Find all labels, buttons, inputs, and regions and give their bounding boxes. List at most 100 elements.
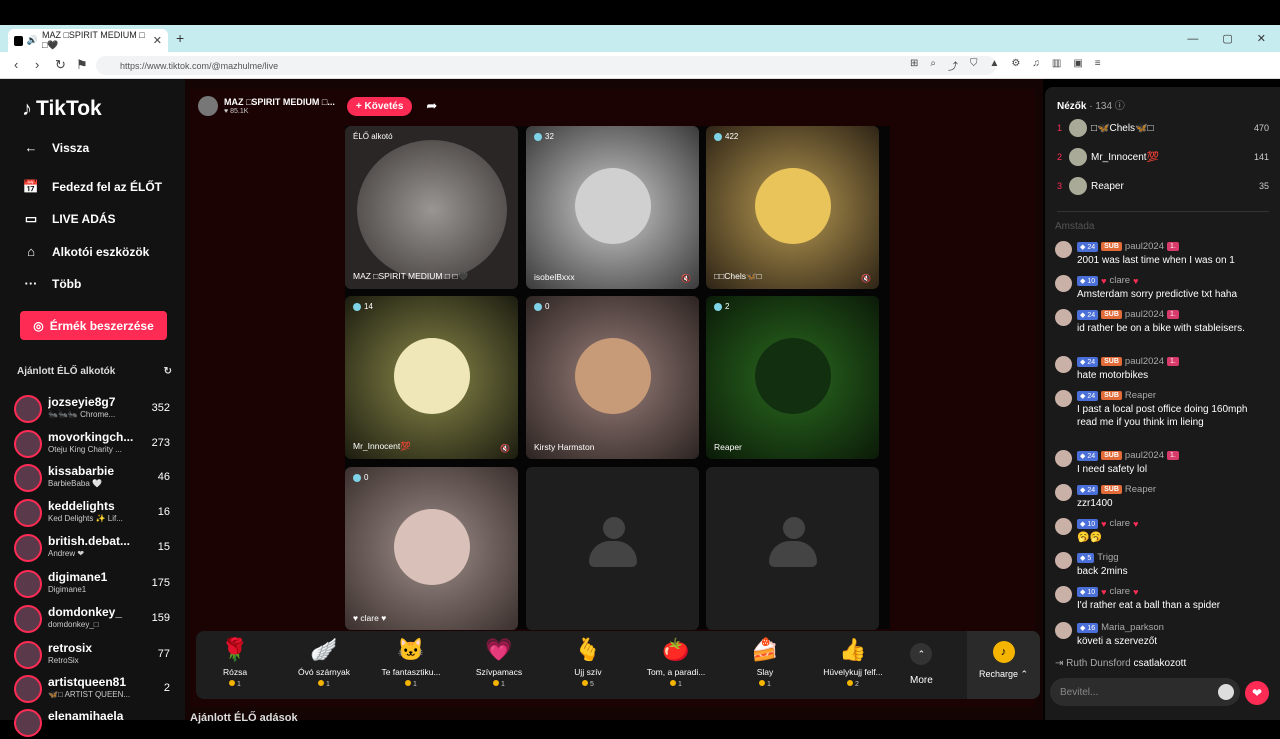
gift-item[interactable]: 🌹 Rózsa 1 [195, 637, 275, 688]
gift-icon: 🍅 [662, 637, 690, 662]
guest-tile[interactable]: 0 ♥ clare ♥ [345, 467, 518, 630]
chat-username[interactable]: Maria_parkson [1101, 622, 1164, 633]
chat-avatar[interactable] [1055, 622, 1072, 639]
chat-avatar[interactable] [1055, 356, 1072, 373]
viewer-rank: 2 [1057, 152, 1063, 162]
recommended-creator[interactable]: artistqueen81 🦋□ ARTIST QUEEN... 2 [14, 673, 174, 705]
recommended-creator[interactable]: kissabarbie BarbieBaba 🤍 46 [14, 462, 174, 494]
gift-item[interactable]: 🫰 Ujj szív 5 [548, 637, 628, 688]
guest-name: Kirsty Harmston [534, 442, 595, 452]
chat-avatar[interactable] [1055, 552, 1072, 569]
creator-avatar [14, 534, 42, 562]
chat-message-text: id rather be on a bike with stableisers. [1077, 323, 1245, 334]
host-avatar[interactable] [198, 96, 218, 116]
nav-back[interactable]: ← Vissza [22, 140, 90, 155]
chat-username[interactable]: Trigg [1097, 552, 1118, 563]
refresh-icon[interactable]: ↻ [164, 366, 172, 377]
chat-username[interactable]: clare [1109, 586, 1130, 597]
nav-live-studio[interactable]: ▭ LIVE ADÁS [22, 211, 116, 227]
recommended-creator[interactable]: jozseyie8g7 🐜🐜🐜 Chrome... 352 [14, 393, 174, 425]
get-coins-button[interactable]: ◎ Érmék beszerzése [20, 311, 167, 340]
top-viewer[interactable]: 3 Reaper 35 [1057, 176, 1269, 196]
close-tab-icon[interactable]: ✕ [153, 34, 162, 47]
forward-icon[interactable]: › [35, 57, 39, 72]
shield-icon[interactable]: ⛉ [970, 58, 978, 73]
recommended-creator[interactable]: keddelights Ked Delights ✨ Lif... 16 [14, 497, 174, 529]
recommended-creator[interactable]: domdonkey_ domdonkey_□ 159 [14, 603, 174, 635]
empty-seat[interactable] [526, 467, 699, 630]
nav-creator-tools[interactable]: ⌂ Alkotói eszközök [22, 244, 149, 259]
close-window-button[interactable]: ✕ [1257, 32, 1266, 45]
like-heart-button[interactable]: ❤ [1245, 681, 1269, 705]
guest-tile[interactable]: 2 Reaper [706, 296, 879, 459]
menu-icon[interactable]: ≡ [1095, 58, 1101, 73]
chat-username[interactable]: Reaper [1125, 390, 1156, 401]
empty-seat[interactable] [706, 467, 879, 630]
recommended-creator[interactable]: retrosix RetroSix 77 [14, 639, 174, 671]
chat-input[interactable]: Bevitel... [1050, 678, 1240, 706]
translate-icon[interactable]: ⊞ [910, 58, 918, 73]
nav-explore-live[interactable]: 📅 Fedezd fel az ÉLŐT [22, 179, 162, 195]
guest-tile[interactable]: 422 □□Chels🦋□ 🔇 [706, 126, 879, 289]
chat-avatar[interactable] [1055, 586, 1072, 603]
gift-item[interactable]: 👍 Hüvelykujj felf... 2 [813, 637, 893, 688]
viewers-header[interactable]: Nézők · 134 ⓘ [1057, 97, 1125, 112]
gift-item[interactable]: 💗 Szívpamacs 1 [459, 637, 539, 688]
chat-username[interactable]: paul2024 [1125, 356, 1164, 367]
chat-message-text: I need safety lol [1077, 464, 1148, 475]
minimize-button[interactable]: — [1187, 33, 1198, 45]
recharge-button[interactable]: ♪ Recharge ⌃ [967, 631, 1040, 699]
gift-item[interactable]: 🐱 Te fantasztiku... 1 [371, 637, 451, 688]
chat-username[interactable]: clare [1109, 275, 1130, 286]
recommended-creator[interactable]: british.debat... Andrew ❤ 15 [14, 532, 174, 564]
guest-tile[interactable]: 0 Kirsty Harmston [526, 296, 699, 459]
gift-item[interactable]: 🍅 Tom, a paradi... 1 [636, 637, 716, 688]
url-input[interactable]: https://www.tiktok.com/@mazhulme/live [96, 56, 996, 75]
new-tab-button[interactable]: + [176, 30, 184, 46]
emoji-icon[interactable] [1218, 684, 1234, 700]
extension-icon[interactable]: ▲ [990, 58, 1000, 73]
chat-avatar[interactable] [1055, 309, 1072, 326]
chat-username[interactable]: clare [1109, 518, 1130, 529]
chat-avatar[interactable] [1055, 390, 1072, 407]
tiktok-logo[interactable]: ♪ TikTok [22, 97, 102, 121]
nav-more[interactable]: ··· Több [22, 276, 82, 291]
guest-tile[interactable]: ÉLŐ alkotó MAZ □SPIRIT MEDIUM □ □🖤 [345, 126, 518, 289]
chat-username[interactable]: Reaper [1125, 484, 1156, 495]
chat-avatar[interactable] [1055, 484, 1072, 501]
recommended-creator[interactable]: movorkingch... Oteju King Charity ... 27… [14, 428, 174, 460]
bookmark-icon[interactable]: ⚑ [76, 57, 88, 73]
recommended-creator[interactable]: elenamihaela [14, 707, 174, 739]
share-page-icon[interactable]: ⤴ [948, 58, 958, 73]
chat-avatar[interactable] [1055, 518, 1072, 535]
gift-item[interactable]: 🪽 Óvó szárnyak 1 [284, 637, 364, 688]
host-name[interactable]: MAZ □SPIRIT MEDIUM □... [224, 97, 335, 108]
browser-tab[interactable]: 🔊 MAZ □SPIRIT MEDIUM □ □🖤 ✕ [8, 29, 168, 52]
chat-avatar[interactable] [1055, 241, 1072, 258]
top-viewer[interactable]: 1 □🦋Chels🦋□ 470 [1057, 118, 1269, 138]
follow-button[interactable]: + Követés [346, 96, 413, 116]
guest-tile[interactable]: 32 isobelBxxx 🔇 [526, 126, 699, 289]
puzzle-icon[interactable]: ⚙ [1011, 58, 1020, 73]
chat-message-header: ◆ 5 Trigg [1077, 552, 1119, 563]
chat-username[interactable]: paul2024 [1125, 309, 1164, 320]
wallet-icon[interactable]: ▣ [1073, 58, 1082, 73]
tiktok-favicon-icon [14, 35, 23, 46]
chat-avatar[interactable] [1055, 450, 1072, 467]
reload-icon[interactable]: ↻ [55, 57, 66, 73]
guest-tile[interactable]: 14 Mr_Innocent💯 🔇 [345, 296, 518, 459]
top-viewer[interactable]: 2 Mr_Innocent💯 141 [1057, 147, 1269, 167]
sidebar-icon[interactable]: ▥ [1052, 58, 1061, 73]
media-icon[interactable]: ♫ [1032, 58, 1040, 73]
maximize-button[interactable]: ▢ [1222, 32, 1232, 45]
chat-avatar[interactable] [1055, 275, 1072, 292]
back-icon[interactable]: ‹ [14, 57, 18, 72]
gift-item[interactable]: 🍰 Slay 1 [725, 637, 805, 688]
recommended-creator[interactable]: digimane1 Digimane1 175 [14, 568, 174, 600]
zoom-icon[interactable]: ⌕ [930, 58, 936, 73]
level-badge: ◆ 24 [1077, 484, 1099, 495]
chat-username[interactable]: paul2024 [1125, 241, 1164, 252]
more-gifts-button[interactable]: ⌃ More [910, 643, 933, 686]
chat-username[interactable]: paul2024 [1125, 450, 1164, 461]
share-icon[interactable]: ➦ [426, 98, 437, 114]
